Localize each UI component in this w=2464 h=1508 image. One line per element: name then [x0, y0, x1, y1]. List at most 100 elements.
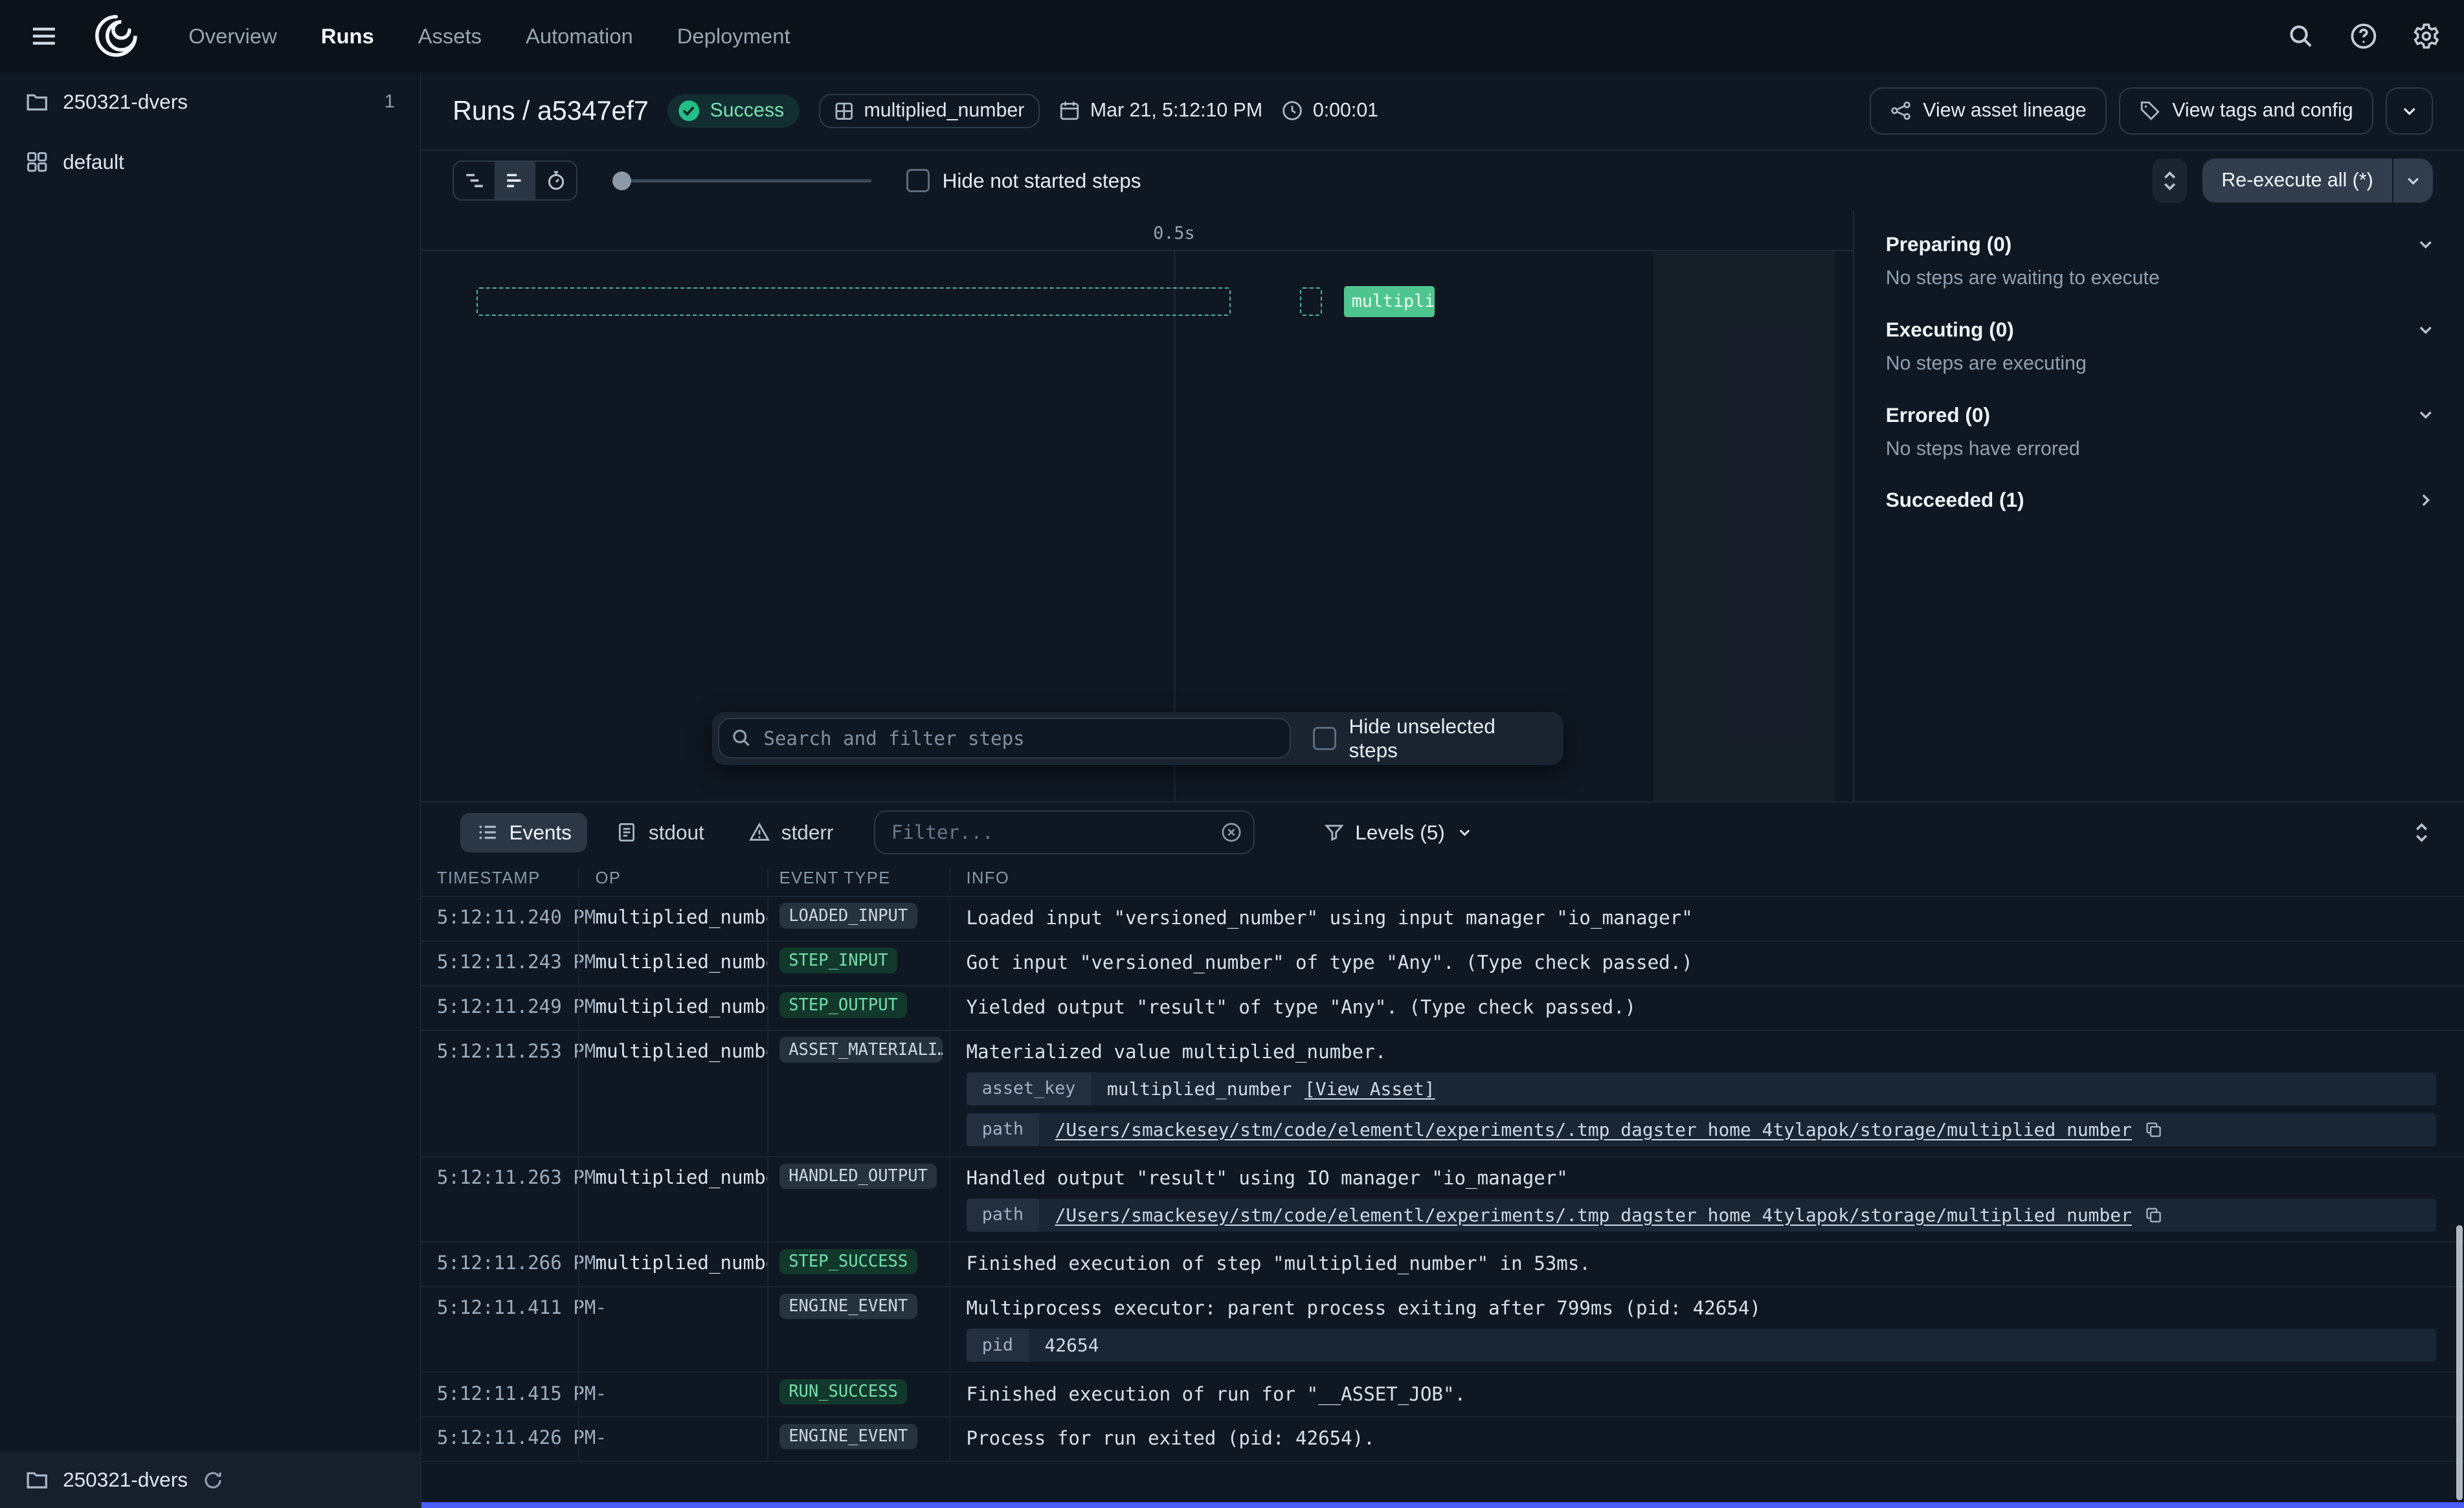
- view-asset-link[interactable]: [View Asset]: [1305, 1078, 1435, 1101]
- checkbox-box[interactable]: [906, 169, 930, 192]
- status-section-executing[interactable]: Executing (0): [1854, 305, 2464, 352]
- tab-stderr[interactable]: stderr: [733, 813, 849, 852]
- page-title: Runs / a5347ef7: [453, 96, 649, 126]
- warning-icon: [748, 821, 770, 843]
- levels-filter-button[interactable]: Levels (5): [1308, 810, 1488, 854]
- status-section-preparing[interactable]: Preparing (0): [1854, 220, 2464, 267]
- gantt-planned-step-small[interactable]: [1300, 287, 1322, 316]
- tab-events[interactable]: Events: [460, 813, 587, 852]
- checkbox-box[interactable]: [1313, 727, 1336, 750]
- chevron-down-icon: [2415, 234, 2436, 255]
- log-info-text: Handled output "result" using IO manager…: [967, 1166, 2436, 1191]
- col-header-op: OP: [578, 869, 767, 888]
- zoom-slider[interactable]: [612, 162, 872, 199]
- log-row[interactable]: 5:12:11.411 PM - ENGINE_EVENT Multiproce…: [421, 1287, 2464, 1373]
- tag-icon: [2139, 100, 2161, 122]
- help-icon[interactable]: [2348, 21, 2380, 52]
- nav-item-automation[interactable]: Automation: [526, 24, 633, 49]
- fit-steps-button[interactable]: [2153, 159, 2187, 203]
- hide-not-started-checkbox[interactable]: Hide not started steps: [906, 169, 1141, 193]
- slider-track: [612, 179, 872, 183]
- status-section-errored[interactable]: Errored (0): [1854, 390, 2464, 438]
- log-row[interactable]: 5:12:11.249 PM multiplied_number STEP_OU…: [421, 986, 2464, 1031]
- sidebar-footer-label: 250321-dvers: [63, 1468, 188, 1492]
- step-search-wrap: [718, 718, 1290, 759]
- duration-view-button[interactable]: [535, 162, 576, 199]
- hamburger-menu-icon[interactable]: [22, 14, 66, 58]
- status-section-title: Executing (0): [1886, 318, 2014, 342]
- path-link[interactable]: /Users/smackesey/stm/code/elementl/exper…: [1055, 1204, 2132, 1227]
- metadata-row: asset_keymultiplied_number[View Asset]: [967, 1072, 2436, 1105]
- log-info-cell: Multiprocess executor: parent process ex…: [949, 1287, 2464, 1371]
- status-section-title: Succeeded (1): [1886, 488, 2024, 512]
- flat-view-button[interactable]: [495, 162, 535, 199]
- expand-panel-button[interactable]: [2401, 812, 2442, 853]
- log-event-cell: LOADED_INPUT: [767, 897, 950, 940]
- sidebar-footer-code-location[interactable]: 250321-dvers: [0, 1452, 420, 1508]
- bottom-scroll-indicator[interactable]: [421, 1502, 2464, 1508]
- log-op: multiplied_number: [578, 1157, 767, 1241]
- log-row[interactable]: 5:12:11.240 PM multiplied_number LOADED_…: [421, 897, 2464, 942]
- metadata-key: pid: [967, 1329, 1029, 1362]
- nav-item-overview[interactable]: Overview: [188, 24, 277, 49]
- copy-icon[interactable]: [2144, 1206, 2163, 1225]
- reexecute-all-button[interactable]: Re-execute all (*): [2202, 159, 2392, 203]
- log-row[interactable]: 5:12:11.263 PM multiplied_number HANDLED…: [421, 1157, 2464, 1243]
- chevron-right-icon: [2415, 490, 2436, 511]
- lineage-icon: [1890, 100, 1912, 122]
- tab-stdout[interactable]: stdout: [600, 813, 720, 852]
- asset-group-icon: [25, 150, 49, 173]
- search-icon[interactable]: [2285, 21, 2317, 52]
- gantt-planned-step-outline[interactable]: [476, 287, 1231, 316]
- sidebar-item-default-group[interactable]: default: [0, 132, 420, 192]
- path-link[interactable]: /Users/smackesey/stm/code/elementl/exper…: [1055, 1118, 2132, 1142]
- status-section-body: No steps have errored: [1854, 438, 2464, 476]
- vertical-scrollbar-thumb[interactable]: [2456, 1225, 2463, 1500]
- dagster-logo-icon[interactable]: [91, 11, 142, 61]
- waterfall-view-button[interactable]: [454, 162, 495, 199]
- hide-unselected-checkbox[interactable]: Hide unselected steps: [1313, 715, 1545, 762]
- clear-filter-icon[interactable]: [1220, 821, 1242, 843]
- log-tab-bar: Events stdout stderr: [421, 803, 2464, 862]
- view-asset-lineage-button[interactable]: View asset lineage: [1870, 87, 2107, 135]
- log-row[interactable]: 5:12:11.426 PM - ENGINE_EVENT Process fo…: [421, 1417, 2464, 1462]
- gantt-step-bar[interactable]: multipli…: [1344, 286, 1435, 318]
- log-row[interactable]: 5:12:11.243 PM multiplied_number STEP_IN…: [421, 942, 2464, 986]
- gear-icon[interactable]: [2411, 21, 2443, 52]
- log-filter-input[interactable]: [874, 810, 1254, 854]
- log-row[interactable]: 5:12:11.266 PM multiplied_number STEP_SU…: [421, 1243, 2464, 1287]
- reload-icon[interactable]: [202, 1469, 224, 1491]
- status-section-title: Errored (0): [1886, 403, 1990, 427]
- toolbar-right: Re-execute all (*): [2153, 159, 2433, 203]
- reexecute-dropdown-button[interactable]: [2392, 159, 2433, 203]
- log-row[interactable]: 5:12:11.253 PM multiplied_number ASSET_M…: [421, 1031, 2464, 1157]
- nav-item-deployment[interactable]: Deployment: [677, 24, 790, 49]
- copy-icon[interactable]: [2144, 1120, 2163, 1139]
- log-row[interactable]: 5:12:11.415 PM - RUN_SUCCESS Finished ex…: [421, 1373, 2464, 1417]
- run-datetime-label: Mar 21, 5:12:10 PM: [1090, 100, 1262, 122]
- asset-tag[interactable]: multiplied_number: [819, 94, 1040, 128]
- sidebar-item-code-location[interactable]: 250321-dvers 1: [0, 72, 420, 132]
- status-section-title: Preparing (0): [1886, 232, 2012, 256]
- log-event-cell: STEP_SUCCESS: [767, 1243, 950, 1286]
- tab-stderr-label: stderr: [781, 821, 834, 845]
- log-info-cell: Yielded output "result" of type "Any". (…: [949, 986, 2464, 1030]
- slider-knob[interactable]: [612, 172, 631, 190]
- chevron-down-icon: [1456, 824, 1473, 841]
- nav-item-runs[interactable]: Runs: [321, 24, 374, 49]
- log-filter-wrap: [874, 810, 1254, 854]
- more-actions-button[interactable]: [2386, 87, 2433, 135]
- log-event-cell: STEP_OUTPUT: [767, 986, 950, 1030]
- status-section: Preparing (0) No steps are waiting to ex…: [1854, 220, 2464, 305]
- gantt-overflow-band: [1653, 251, 1836, 801]
- step-search-input[interactable]: [718, 718, 1290, 759]
- event-type-badge: STEP_SUCCESS: [779, 1249, 917, 1275]
- log-timestamp: 5:12:11.266 PM: [421, 1243, 579, 1286]
- status-section-succeeded[interactable]: Succeeded (1): [1854, 476, 2464, 523]
- nav-item-assets[interactable]: Assets: [418, 24, 482, 49]
- view-tags-config-button[interactable]: View tags and config: [2119, 87, 2373, 135]
- asset-tag-label: multiplied_number: [864, 100, 1025, 122]
- folder-icon: [25, 91, 49, 114]
- gantt-chart: 0.5s multipli…: [421, 210, 1854, 801]
- log-info-text: Multiprocess executor: parent process ex…: [967, 1296, 2436, 1321]
